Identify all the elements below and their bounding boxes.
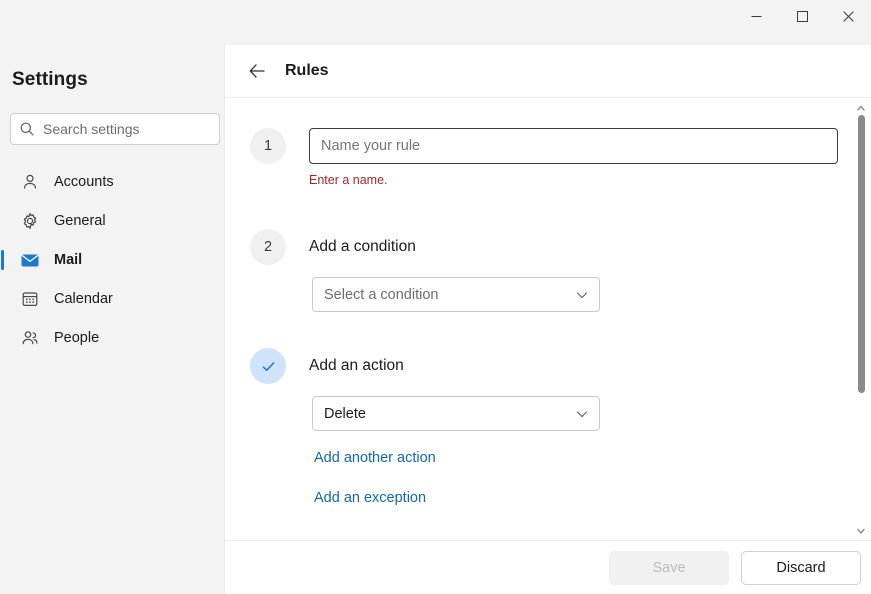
sidebar-item-mail[interactable]: Mail (1, 241, 216, 279)
window-title-bar (0, 0, 871, 45)
step-add-condition: 2 Add a condition Select a condition (225, 229, 871, 312)
add-action-label: Add an action (309, 357, 404, 374)
settings-content-panel: Rules 1 Enter a name. 2 Add a condition … (224, 45, 871, 594)
back-arrow-icon (249, 64, 265, 78)
gear-icon (20, 211, 40, 231)
sidebar-item-label: Calendar (54, 291, 113, 307)
condition-dropdown[interactable]: Select a condition (312, 277, 600, 312)
content-scrollbar[interactable] (854, 101, 868, 538)
add-an-exception-row: Add an exception (314, 489, 871, 507)
action-dropdown-value: Delete (324, 405, 366, 422)
search-input[interactable]: Search settings (43, 121, 140, 137)
add-an-exception-link[interactable]: Add an exception (314, 490, 426, 506)
settings-nav: Accounts General Mail Calendar People (0, 163, 224, 358)
action-dropdown[interactable]: Delete (312, 396, 600, 431)
search-settings-box[interactable]: Search settings (10, 113, 220, 145)
close-icon (842, 10, 854, 22)
sidebar-item-label: People (54, 330, 100, 346)
envelope-icon (20, 250, 40, 270)
chevron-down-icon (575, 288, 589, 302)
sidebar-item-general[interactable]: General (8, 202, 216, 240)
calendar-icon (20, 289, 40, 309)
minimize-icon (751, 15, 761, 17)
content-header: Rules (225, 45, 871, 98)
step-badge-2: 2 (250, 229, 286, 265)
close-button[interactable] (825, 0, 871, 32)
page-title: Rules (285, 62, 329, 79)
settings-window: Settings Search settings Accounts Genera… (0, 0, 871, 594)
rule-steps: 1 Enter a name. 2 Add a condition Select… (225, 99, 871, 507)
sidebar-item-label: Accounts (54, 174, 114, 190)
add-another-action-row: Add another action (314, 449, 871, 467)
sidebar-item-accounts[interactable]: Accounts (8, 163, 216, 201)
discard-button[interactable]: Discard (741, 550, 861, 585)
sidebar-item-label: General (54, 213, 106, 229)
add-condition-label: Add a condition (309, 238, 416, 255)
people-icon (20, 328, 40, 348)
person-icon (20, 172, 40, 192)
step-add-action: Add an action Delete Add another action (225, 348, 871, 507)
checkmark-icon (262, 361, 274, 371)
sidebar-item-calendar[interactable]: Calendar (8, 280, 216, 318)
search-icon (20, 122, 34, 136)
form-footer: Save Discard (225, 540, 871, 594)
save-button[interactable]: Save (609, 550, 729, 585)
selected-indicator (1, 250, 4, 270)
step-badge-3-complete (250, 348, 286, 384)
maximize-icon (796, 10, 808, 22)
sidebar-item-label: Mail (54, 252, 83, 268)
step-badge-1: 1 (250, 128, 286, 164)
chevron-down-icon (575, 407, 589, 421)
scrollbar-thumb[interactable] (858, 115, 865, 393)
maximize-button[interactable] (779, 0, 825, 32)
rule-form-scroll-region: 1 Enter a name. 2 Add a condition Select… (225, 99, 871, 540)
settings-title: Settings (12, 69, 88, 90)
sidebar-item-people[interactable]: People (8, 319, 216, 357)
scroll-up-arrow-icon[interactable] (854, 101, 868, 115)
settings-sidebar: Settings Search settings Accounts Genera… (0, 45, 224, 594)
rule-name-error: Enter a name. (309, 173, 388, 187)
scroll-down-arrow-icon[interactable] (854, 524, 868, 538)
rule-name-input[interactable] (309, 128, 838, 164)
back-button[interactable] (244, 58, 270, 84)
step-name-rule: 1 Enter a name. (225, 128, 871, 187)
minimize-button[interactable] (733, 0, 779, 32)
add-another-action-link[interactable]: Add another action (314, 450, 436, 466)
condition-dropdown-value: Select a condition (324, 286, 439, 303)
